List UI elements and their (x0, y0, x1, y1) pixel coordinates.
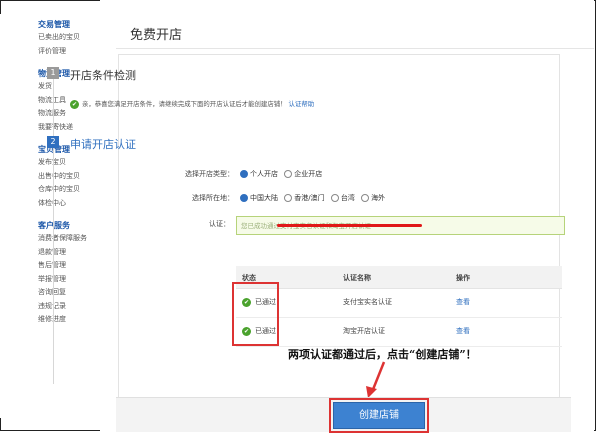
radio-company-shop[interactable] (284, 170, 293, 178)
shop-type-options: 个人开店 企业开店 (236, 169, 322, 179)
red-scribble (277, 224, 422, 227)
view-link[interactable]: 查看 (456, 326, 470, 336)
sidebar-group-items: 宝贝管理 发布宝贝 出售中的宝贝 仓库中的宝贝 体检中心 (38, 143, 100, 210)
highlight-box-button (329, 398, 429, 433)
option-overseas[interactable]: 海外 (371, 194, 385, 202)
radio-taiwan[interactable] (330, 194, 339, 202)
auth-label: 认证： (209, 220, 230, 228)
sidebar-item-checkup[interactable]: 体检中心 (38, 197, 100, 211)
divider (116, 48, 594, 49)
sidebar-item-reviews[interactable]: 评价管理 (38, 45, 100, 59)
step2-title: 申请开店认证 (70, 138, 136, 151)
location-label: 选择所在地： (192, 194, 234, 202)
page-title: 免费开店 (130, 28, 183, 43)
auth-name: 淘宝开店认证 (343, 327, 385, 335)
option-taiwan[interactable]: 台湾 (341, 194, 355, 202)
timeline-line (53, 70, 54, 384)
option-company-shop[interactable]: 企业开店 (294, 170, 322, 178)
view-link[interactable]: 查看 (456, 297, 470, 307)
step-number-2: 2 (47, 136, 59, 148)
option-personal-shop[interactable]: 个人开店 (250, 170, 278, 178)
radio-mainland[interactable] (240, 194, 248, 202)
option-hk-macau[interactable]: 香港/澳门 (294, 194, 324, 202)
sidebar-item-report[interactable]: 举报管理 (38, 273, 100, 287)
radio-hk-macau[interactable] (284, 194, 293, 202)
col-name: 认证名称 (343, 274, 371, 282)
eligibility-hint: ✔ 亲，恭喜您满足开店条件，请继续完成下面的开店认证后才能创建店铺！ 认证帮助 (70, 99, 314, 109)
step-number-1: 1 (47, 67, 59, 79)
sidebar-item-express[interactable]: 我要寄快递 (38, 121, 100, 135)
radio-overseas[interactable] (361, 194, 370, 202)
check-circle-icon: ✔ (70, 99, 79, 109)
sidebar-item-aftersale[interactable]: 售后管理 (38, 259, 100, 273)
step1-title: 开店条件检测 (70, 69, 136, 82)
sidebar-item-repair[interactable]: 维修进度 (38, 313, 100, 327)
instruction-annotation: 两项认证都通过后，点击“创建店铺”！ (288, 348, 477, 361)
sidebar-group-service: 客户服务 消费者保障服务 退款管理 售后管理 举报管理 咨询回复 违规记录 维修… (38, 219, 100, 327)
sidebar-item-guarantee[interactable]: 消费者保障服务 (38, 232, 100, 246)
option-mainland[interactable]: 中国大陆 (250, 194, 278, 202)
sidebar-group-title: 交易管理 (38, 20, 70, 29)
auth-help-link[interactable]: 认证帮助 (289, 100, 315, 108)
sidebar-group-trade: 交易管理 已卖出的宝贝 评价管理 (38, 18, 100, 58)
auth-table: 状态 认证名称 操作 ✔ 已通过 支付宝实名认证 查看 ✔ 已通过 淘宝开店认证 查… (236, 266, 562, 347)
sidebar-item-consult[interactable]: 咨询回复 (38, 286, 100, 300)
sidebar-item-warehouse[interactable]: 仓库中的宝贝 (38, 183, 100, 197)
location-options: 中国大陆 香港/澳门 台湾 海外 (236, 193, 385, 203)
hint-text: 亲，恭喜您满足开店条件，请继续完成下面的开店认证后才能创建店铺！ (82, 100, 287, 108)
sidebar-item-violations[interactable]: 违规记录 (38, 300, 100, 314)
sidebar-item-publish[interactable]: 发布宝贝 (38, 156, 100, 170)
radio-personal-shop[interactable] (240, 170, 248, 178)
table-row: ✔ 已通过 支付宝实名认证 查看 (236, 289, 562, 318)
sidebar-item-logistics-service[interactable]: 物流服务 (38, 107, 100, 121)
sidebar-item-on-sale[interactable]: 出售中的宝贝 (38, 170, 100, 184)
shop-type-label: 选择开店类型： (185, 170, 234, 178)
col-action: 操作 (456, 274, 470, 282)
auth-status-box: 您已成功通过支付宝实名认证和淘宝开店认证 (236, 216, 565, 235)
auth-name: 支付宝实名认证 (343, 298, 392, 306)
highlight-box-status (232, 282, 279, 346)
sidebar-item-sold[interactable]: 已卖出的宝贝 (38, 31, 100, 45)
sidebar-group-title: 客户服务 (38, 221, 70, 230)
table-row: ✔ 已通过 淘宝开店认证 查看 (236, 318, 562, 347)
table-header: 状态 认证名称 操作 (236, 266, 562, 289)
sidebar-item-refund[interactable]: 退款管理 (38, 246, 100, 260)
